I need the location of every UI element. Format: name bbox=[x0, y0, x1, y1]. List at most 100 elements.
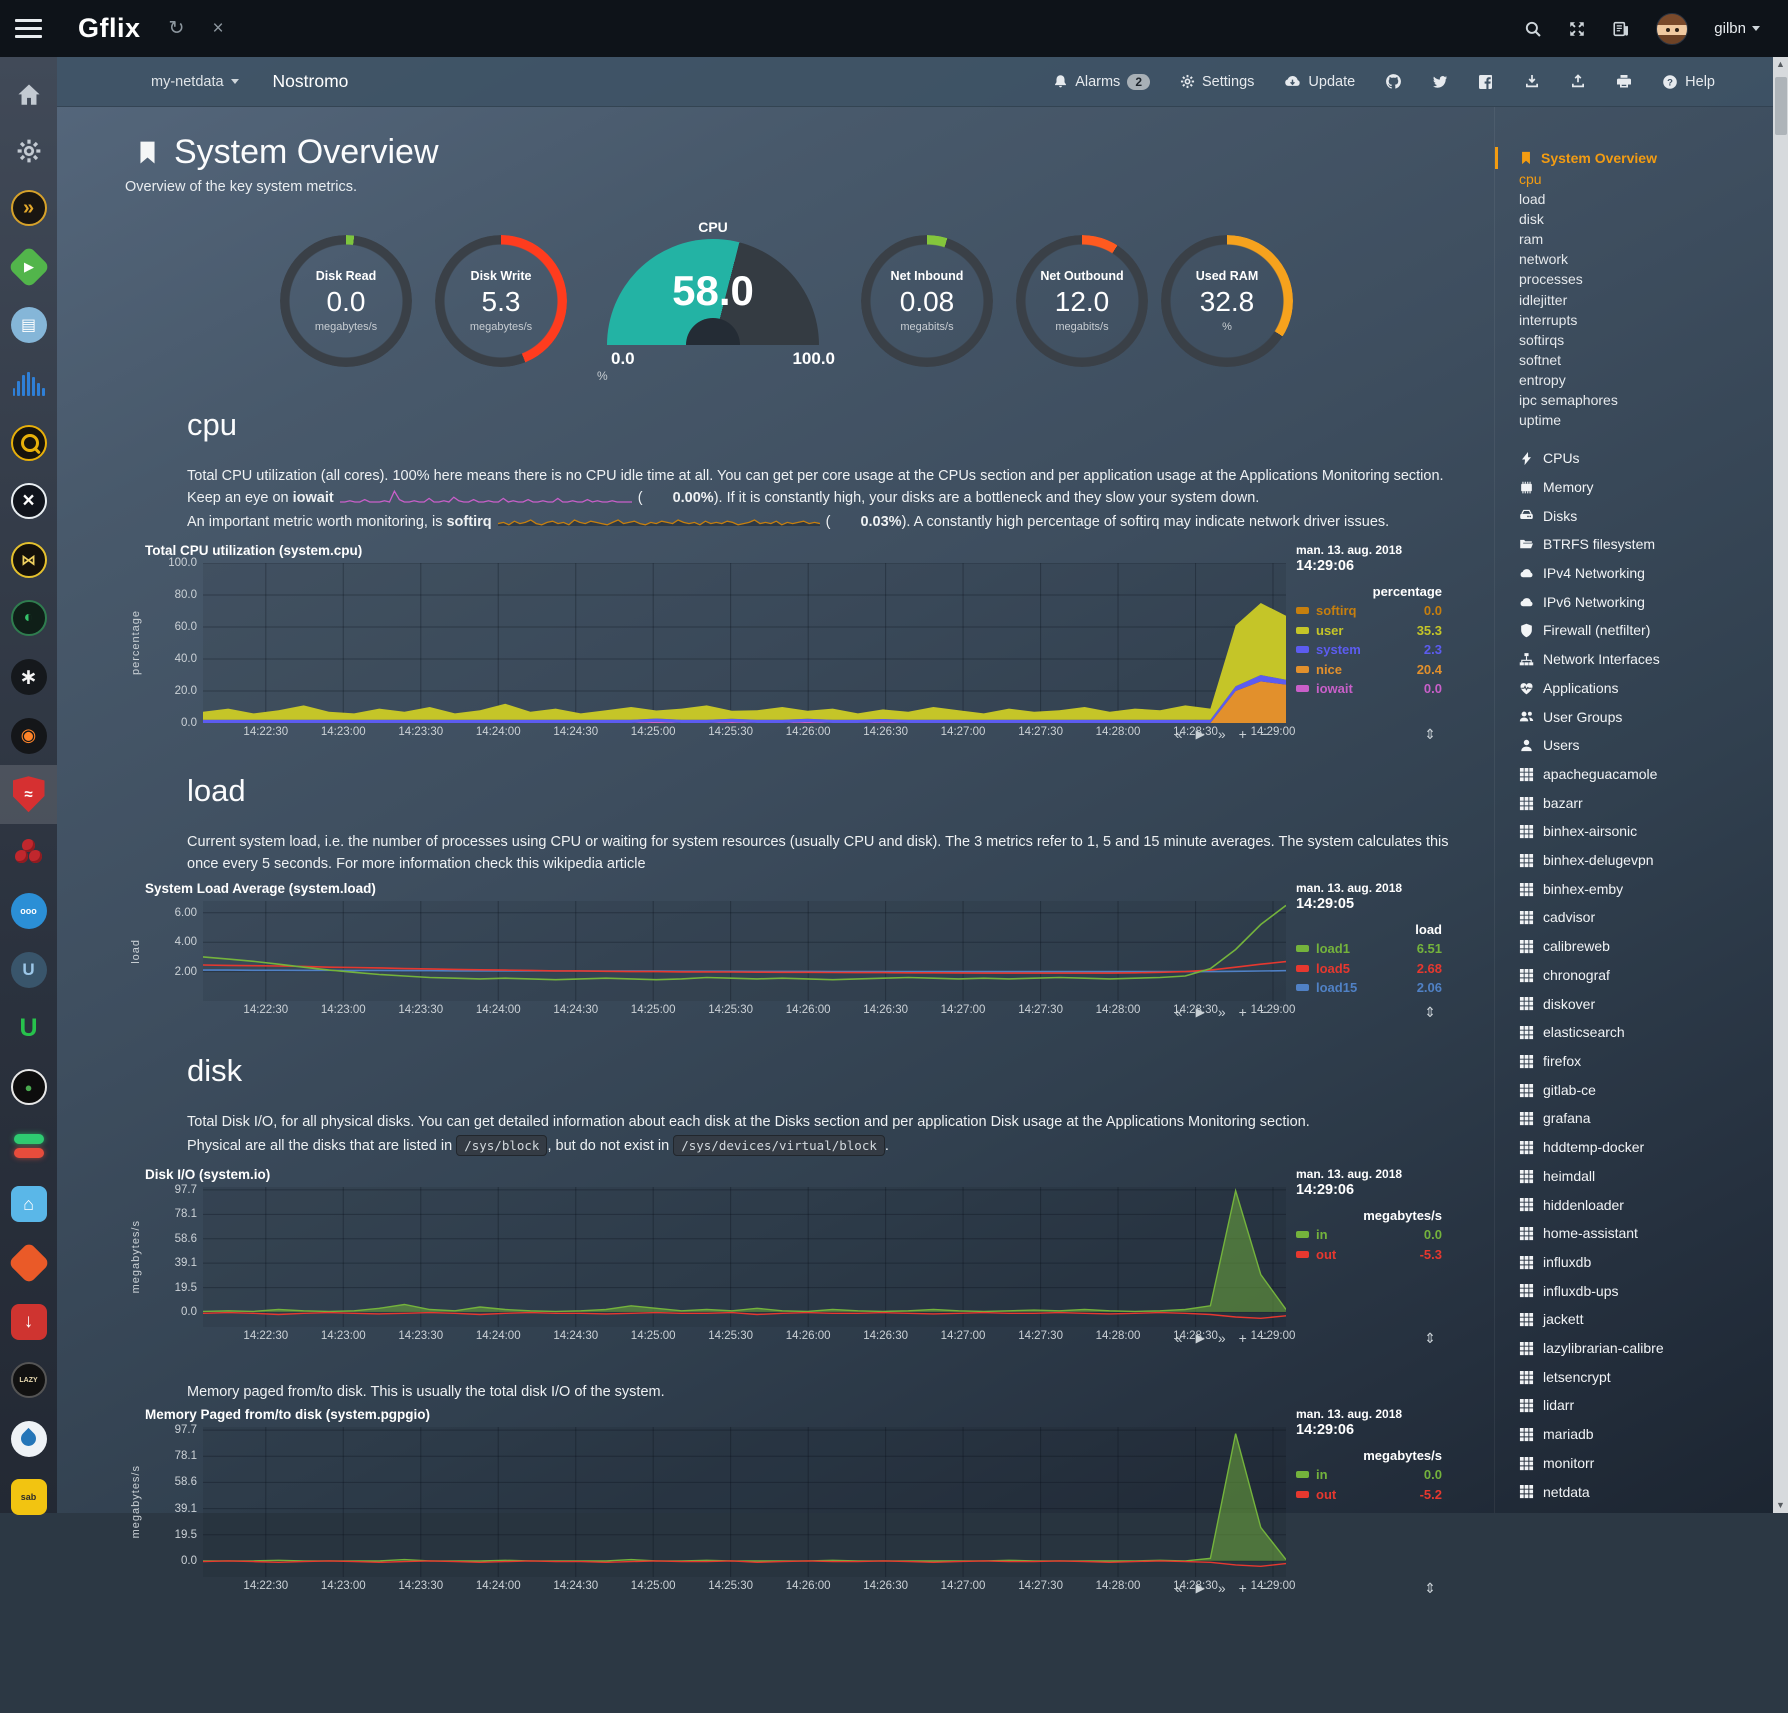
zoom-in-icon[interactable]: + bbox=[1239, 1329, 1247, 1347]
sidebar-item-ubooquity[interactable]: U bbox=[0, 941, 57, 1000]
sidebar-item-berries[interactable] bbox=[0, 824, 57, 883]
chart-system-load[interactable]: load System Load Average (system.load) 6… bbox=[127, 881, 1482, 1021]
menu-item-entropy[interactable]: entropy bbox=[1519, 370, 1788, 390]
server-dropdown[interactable]: my-netdata bbox=[151, 74, 239, 90]
menu-app-lidarr[interactable]: lidarr bbox=[1519, 1391, 1788, 1420]
menu-app-heimdall[interactable]: heimdall bbox=[1519, 1162, 1788, 1191]
menu-section-users[interactable]: Users bbox=[1519, 731, 1788, 760]
chart-plot-area[interactable] bbox=[203, 563, 1286, 723]
menu-item-softirqs[interactable]: softirqs bbox=[1519, 330, 1788, 350]
chart-plot-area[interactable] bbox=[203, 901, 1286, 1001]
menu-section-memory[interactable]: Memory bbox=[1519, 473, 1788, 502]
menu-section-ipv4-networking[interactable]: IPv4 Networking bbox=[1519, 559, 1788, 588]
menu-app-cadvisor[interactable]: cadvisor bbox=[1519, 903, 1788, 932]
play-icon[interactable]: ▶ bbox=[1196, 725, 1205, 743]
github-icon[interactable] bbox=[1385, 73, 1402, 90]
menu-section-user-groups[interactable]: User Groups bbox=[1519, 703, 1788, 732]
menu-app-gitlab-ce[interactable]: gitlab-ce bbox=[1519, 1076, 1788, 1105]
twitter-icon[interactable] bbox=[1432, 74, 1448, 90]
import-snapshot-icon[interactable] bbox=[1524, 74, 1540, 90]
menu-section-disks[interactable]: Disks bbox=[1519, 502, 1788, 531]
wikipedia-link[interactable]: wikipedia article bbox=[543, 856, 645, 872]
legend-row-out[interactable]: out-5.3 bbox=[1296, 1245, 1442, 1265]
chart-resize-handle[interactable]: ⇕ bbox=[1424, 1580, 1436, 1597]
scrollbar[interactable]: ▲ ▼ bbox=[1773, 57, 1788, 1513]
gauge-disk-write[interactable]: Disk Write 5.3 megabytes/s bbox=[435, 235, 567, 367]
menu-app-calibreweb[interactable]: calibreweb bbox=[1519, 932, 1788, 961]
help-button[interactable]: ?Help bbox=[1662, 74, 1715, 90]
sidebar-item-airsonic[interactable] bbox=[0, 355, 57, 414]
legend-row-in[interactable]: in0.0 bbox=[1296, 1225, 1442, 1245]
fullscreen-icon[interactable] bbox=[1568, 20, 1586, 38]
menu-app-binhex-delugevpn[interactable]: binhex-delugevpn bbox=[1519, 846, 1788, 875]
menu-app-letsencrypt[interactable]: letsencrypt bbox=[1519, 1363, 1788, 1392]
pan-backward-icon[interactable]: « bbox=[1175, 725, 1183, 743]
menu-section-ipv6-networking[interactable]: IPv6 Networking bbox=[1519, 588, 1788, 617]
menu-app-hddtemp-docker[interactable]: hddtemp-docker bbox=[1519, 1133, 1788, 1162]
legend-row-nice[interactable]: nice20.4 bbox=[1296, 660, 1442, 680]
legend-row-out[interactable]: out-5.2 bbox=[1296, 1485, 1442, 1505]
menu-item-interrupts[interactable]: interrupts bbox=[1519, 310, 1788, 330]
pan-forward-icon[interactable]: » bbox=[1218, 1329, 1226, 1347]
chart-plot-area[interactable] bbox=[203, 1187, 1286, 1327]
gauge-cpu[interactable]: CPU 58.0 0.0 100.0 % bbox=[598, 219, 828, 385]
menu-system-overview[interactable]: System Overview bbox=[1495, 147, 1788, 169]
sidebar-item-gitlab[interactable] bbox=[0, 1234, 57, 1293]
pan-backward-icon[interactable]: « bbox=[1175, 1329, 1183, 1347]
chart-resize-handle[interactable]: ⇕ bbox=[1424, 726, 1436, 743]
sidebar-item-grafana[interactable]: ◉ bbox=[0, 706, 57, 765]
facebook-icon[interactable] bbox=[1478, 74, 1494, 90]
sidebar-item-share[interactable]: ∗ bbox=[0, 648, 57, 707]
sidebar-item-sabnzbd[interactable]: sab bbox=[0, 1468, 57, 1527]
chart-system-pgpgio[interactable]: megabytes/s Memory Paged from/to disk (s… bbox=[127, 1407, 1482, 1597]
alarms-button[interactable]: Alarms2 bbox=[1053, 74, 1150, 90]
search-icon[interactable] bbox=[1524, 20, 1542, 38]
menu-app-binhex-airsonic[interactable]: binhex-airsonic bbox=[1519, 817, 1788, 846]
sidebar-item-netdata[interactable]: ≈ bbox=[0, 765, 57, 824]
sidebar-item-emby[interactable]: ▶ bbox=[0, 238, 57, 297]
sidebar-item-chronograf[interactable]: ◐ bbox=[0, 589, 57, 648]
chart-resize-handle[interactable]: ⇕ bbox=[1424, 1330, 1436, 1347]
sidebar-item-monitorr[interactable] bbox=[0, 1117, 57, 1176]
menu-section-firewall-netfilter-[interactable]: Firewall (netfilter) bbox=[1519, 616, 1788, 645]
menu-app-grafana[interactable]: grafana bbox=[1519, 1104, 1788, 1133]
menu-section-btrfs-filesystem[interactable]: BTRFS filesystem bbox=[1519, 530, 1788, 559]
menu-item-uptime[interactable]: uptime bbox=[1519, 410, 1788, 430]
play-icon[interactable]: ▶ bbox=[1196, 1579, 1205, 1597]
menu-item-disk[interactable]: disk bbox=[1519, 209, 1788, 229]
menu-app-diskover[interactable]: diskover bbox=[1519, 990, 1788, 1019]
gauge-net-inbound[interactable]: Net Inbound 0.08 megabits/s bbox=[861, 235, 993, 367]
scroll-down-icon[interactable]: ▼ bbox=[1773, 1498, 1788, 1513]
menu-app-binhex-emby[interactable]: binhex-emby bbox=[1519, 875, 1788, 904]
menu-app-hiddenloader[interactable]: hiddenloader bbox=[1519, 1191, 1788, 1220]
changelog-icon[interactable] bbox=[1612, 20, 1630, 38]
sidebar-item-deluge[interactable] bbox=[0, 1409, 57, 1468]
refresh-icon[interactable]: ↻ bbox=[169, 17, 185, 40]
zoom-in-icon[interactable]: + bbox=[1239, 1579, 1247, 1597]
menu-app-mariadb[interactable]: mariadb bbox=[1519, 1420, 1788, 1449]
legend-row-load5[interactable]: load52.68 bbox=[1296, 959, 1442, 979]
settings-button[interactable]: Settings bbox=[1180, 74, 1254, 90]
zoom-out-icon[interactable]: − bbox=[1260, 1003, 1268, 1021]
legend-row-system[interactable]: system2.3 bbox=[1296, 640, 1442, 660]
scrollbar-thumb[interactable] bbox=[1775, 77, 1787, 135]
chart-system-cpu[interactable]: percentage Total CPU utilization (system… bbox=[127, 543, 1482, 743]
menu-app-influxdb-ups[interactable]: influxdb-ups bbox=[1519, 1277, 1788, 1306]
play-icon[interactable]: ▶ bbox=[1196, 1329, 1205, 1347]
menu-item-idlejitter[interactable]: idlejitter bbox=[1519, 290, 1788, 310]
menu-app-netdata[interactable]: netdata bbox=[1519, 1478, 1788, 1507]
sidebar-item-nextcloud[interactable]: ooo bbox=[0, 882, 57, 941]
menu-app-elasticsearch[interactable]: elasticsearch bbox=[1519, 1018, 1788, 1047]
menu-item-ram[interactable]: ram bbox=[1519, 229, 1788, 249]
print-icon[interactable] bbox=[1616, 74, 1632, 90]
gauge-used-ram[interactable]: Used RAM 32.8 % bbox=[1161, 235, 1293, 367]
menu-app-bazarr[interactable]: bazarr bbox=[1519, 789, 1788, 818]
gauge-disk-read[interactable]: Disk Read 0.0 megabytes/s bbox=[280, 235, 412, 367]
pan-backward-icon[interactable]: « bbox=[1175, 1579, 1183, 1597]
legend-row-iowait[interactable]: iowait0.0 bbox=[1296, 679, 1442, 699]
menu-app-apacheguacamole[interactable]: apacheguacamole bbox=[1519, 760, 1788, 789]
pan-forward-icon[interactable]: » bbox=[1218, 1579, 1226, 1597]
pan-backward-icon[interactable]: « bbox=[1175, 1003, 1183, 1021]
menu-item-ipc-semaphores[interactable]: ipc semaphores bbox=[1519, 390, 1788, 410]
chart-resize-handle[interactable]: ⇕ bbox=[1424, 1004, 1436, 1021]
